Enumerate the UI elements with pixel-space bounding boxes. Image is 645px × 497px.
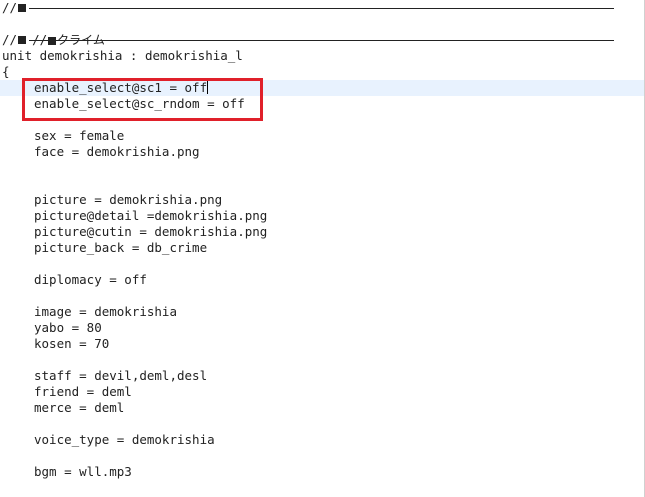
- code-line-kosen[interactable]: kosen = 70: [0, 336, 645, 352]
- comment-separator-top: //: [0, 0, 645, 16]
- code-line-picture[interactable]: picture = demokrishia.png: [0, 192, 645, 208]
- open-brace: {: [2, 64, 10, 79]
- code-line-picture-detail[interactable]: picture@detail =demokrishia.png: [0, 208, 645, 224]
- unit-header: unit demokrishia : demokrishia_l: [2, 48, 243, 63]
- comment-separator-bottom: //: [0, 32, 645, 48]
- separator-rule: [29, 39, 615, 41]
- code-line-yabo[interactable]: yabo = 80: [0, 320, 645, 336]
- square-bullet-icon: [18, 36, 27, 44]
- code-line-staff[interactable]: staff = devil,deml,desl: [0, 368, 645, 384]
- text-editor[interactable]: // //クライム // unit demokrishia : demokris…: [0, 0, 645, 497]
- code-line-merce[interactable]: merce = deml: [0, 400, 645, 416]
- code-line-voice-type[interactable]: voice_type = demokrishia: [0, 432, 645, 448]
- square-bullet-icon: [18, 4, 27, 12]
- code-line-enable-sc1[interactable]: enable_select@sc1 = off: [0, 80, 645, 96]
- comment-prefix: //: [2, 32, 18, 47]
- text-caret: [207, 80, 209, 94]
- code-line-sex[interactable]: sex = female: [0, 128, 645, 144]
- separator-rule: [29, 7, 615, 9]
- code-line-picture-cutin[interactable]: picture@cutin = demokrishia.png: [0, 224, 645, 240]
- code-line-friend[interactable]: friend = deml: [0, 384, 645, 400]
- code-line-enable-sc-rndom[interactable]: enable_select@sc_rndom = off: [0, 96, 645, 112]
- code-text: enable_select@sc1 = off: [34, 80, 208, 95]
- comment-prefix: //: [2, 0, 18, 15]
- code-line-diplomacy[interactable]: diplomacy = off: [0, 272, 645, 288]
- code-line-picture-back[interactable]: picture_back = db_crime: [0, 240, 645, 256]
- code-line-bgm[interactable]: bgm = wll.mp3: [0, 464, 645, 480]
- comment-section-title: //クライム: [0, 16, 645, 47]
- code-line-face[interactable]: face = demokrishia.png: [0, 144, 645, 160]
- code-line-image[interactable]: image = demokrishia: [0, 304, 645, 320]
